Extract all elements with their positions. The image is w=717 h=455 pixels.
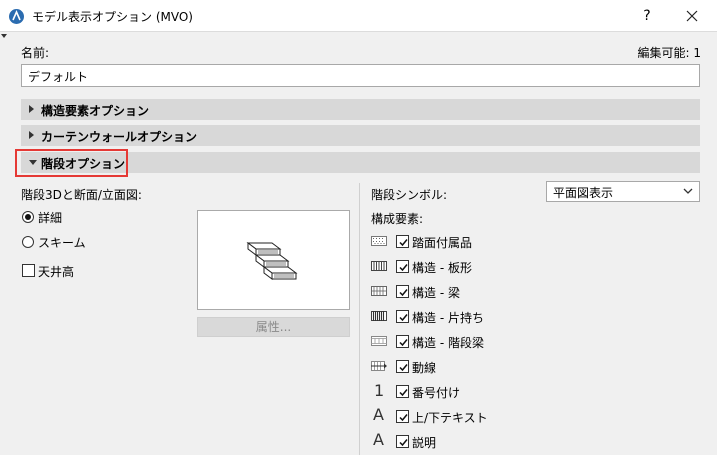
collapsed-arrow-icon bbox=[29, 131, 34, 139]
checkmark-icon bbox=[399, 239, 408, 247]
stair-preview-image bbox=[197, 210, 350, 310]
components-heading: 構成要素: bbox=[371, 212, 424, 226]
scheme-radio-label: スキーム bbox=[38, 236, 86, 250]
component-label: 踏面付属品 bbox=[412, 236, 473, 250]
section-label: 構造要素オプション bbox=[41, 104, 150, 118]
detail-radio-label: 詳細 bbox=[38, 211, 63, 225]
attributes-button[interactable]: 属性... bbox=[197, 317, 350, 337]
description-checkbox[interactable] bbox=[396, 435, 409, 448]
detail-radio[interactable] bbox=[22, 211, 34, 223]
title-bar: モデル表示オプション (MVO) ? bbox=[0, 0, 717, 32]
walking-line-icon bbox=[371, 361, 387, 371]
ceiling-checkbox-label: 天井高 bbox=[38, 265, 75, 279]
structure-stringer-pattern-icon bbox=[371, 336, 387, 346]
ceiling-checkbox[interactable] bbox=[22, 264, 35, 277]
help-button[interactable]: ? bbox=[632, 4, 662, 28]
structure-plate-checkbox[interactable] bbox=[396, 260, 409, 273]
component-label: 構造 - 片持ち bbox=[412, 311, 484, 325]
name-field[interactable]: デフォルト bbox=[21, 64, 700, 87]
numbering-icon: 1 bbox=[374, 381, 385, 400]
structure-plate-pattern-icon bbox=[371, 261, 387, 271]
numbering-checkbox[interactable] bbox=[396, 385, 409, 398]
editable-count: 編集可能: 1 bbox=[637, 46, 702, 60]
highlight-box bbox=[15, 149, 128, 177]
checkmark-icon bbox=[399, 289, 408, 297]
checkmark-icon bbox=[399, 314, 408, 322]
tread-accessory-pattern-icon bbox=[371, 236, 387, 246]
checkmark-icon bbox=[399, 339, 408, 347]
close-button[interactable] bbox=[676, 4, 708, 28]
scheme-radio[interactable] bbox=[22, 236, 34, 248]
section-label: カーテンウォールオプション bbox=[41, 130, 198, 144]
stair-symbol-value: 平面図表示 bbox=[553, 186, 614, 200]
component-label: 動線 bbox=[412, 361, 437, 375]
component-label: 番号付け bbox=[412, 386, 461, 400]
component-label: 説明 bbox=[412, 436, 437, 450]
stair-symbol-select[interactable]: 平面図表示 bbox=[546, 181, 700, 202]
window-caret-icon bbox=[1, 34, 7, 38]
window-title: モデル表示オプション (MVO) bbox=[32, 10, 193, 24]
component-label: 構造 - 板形 bbox=[412, 261, 472, 275]
text-up-down-icon: A bbox=[373, 405, 384, 424]
checkmark-icon bbox=[399, 389, 408, 397]
tread-accessory-checkbox[interactable] bbox=[396, 235, 409, 248]
structure-cantilever-checkbox[interactable] bbox=[396, 310, 409, 323]
stair-preview-icon bbox=[246, 242, 298, 280]
structure-beam-pattern-icon bbox=[371, 286, 387, 296]
checkmark-icon bbox=[399, 364, 408, 372]
checkmark-icon bbox=[399, 439, 408, 447]
collapsed-arrow-icon bbox=[29, 105, 34, 113]
description-text-icon: A bbox=[373, 430, 384, 449]
app-logo-icon bbox=[9, 9, 24, 24]
component-label: 上/下テキスト bbox=[412, 411, 488, 425]
section-structural-options[interactable]: 構造要素オプション bbox=[21, 99, 700, 120]
column-divider bbox=[359, 183, 360, 455]
stair-3d-section-heading: 階段3Dと断面/立面図: bbox=[21, 188, 142, 202]
component-label: 構造 - 梁 bbox=[412, 286, 460, 300]
structure-beam-checkbox[interactable] bbox=[396, 285, 409, 298]
checkmark-icon bbox=[399, 414, 408, 422]
chevron-down-icon bbox=[683, 188, 693, 194]
text-up-down-checkbox[interactable] bbox=[396, 410, 409, 423]
section-curtain-wall-options[interactable]: カーテンウォールオプション bbox=[21, 125, 700, 146]
name-label: 名前: bbox=[21, 46, 50, 60]
checkmark-icon bbox=[399, 264, 408, 272]
structure-cantilever-pattern-icon bbox=[371, 311, 387, 321]
component-label: 構造 - 階段梁 bbox=[412, 336, 484, 350]
close-icon bbox=[686, 10, 698, 22]
structure-stringer-checkbox[interactable] bbox=[396, 335, 409, 348]
walking-line-checkbox[interactable] bbox=[396, 360, 409, 373]
stair-symbol-label: 階段シンボル: bbox=[371, 188, 448, 202]
